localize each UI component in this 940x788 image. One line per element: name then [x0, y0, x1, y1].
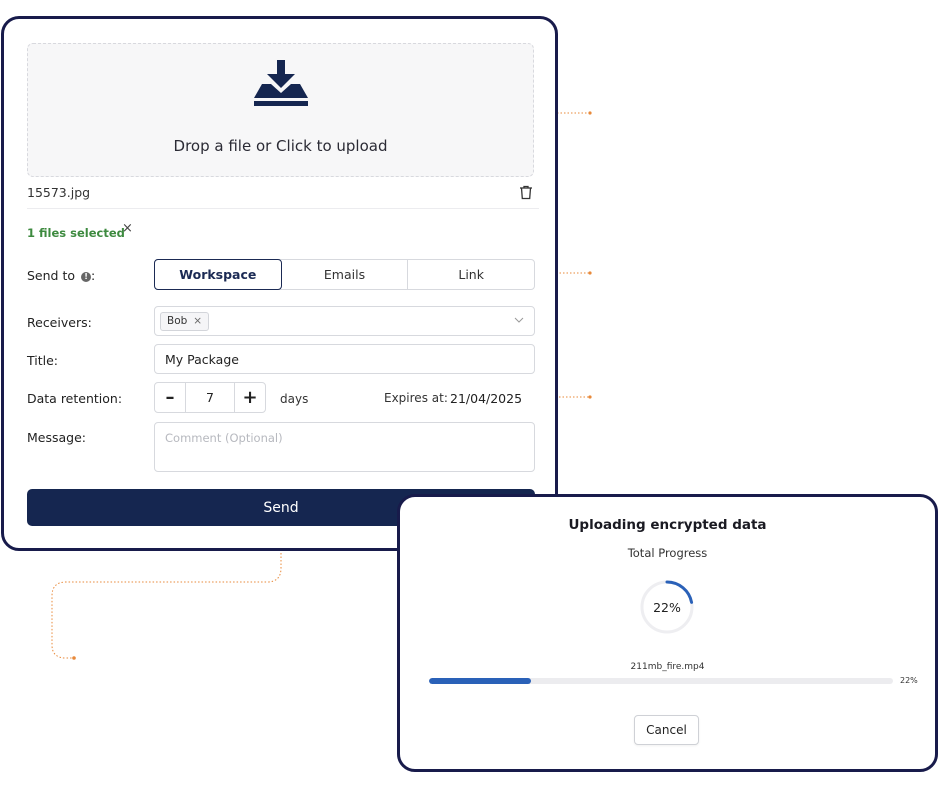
title-label: Title:: [27, 353, 58, 368]
receiver-chip: Bob ×: [160, 312, 210, 331]
annotation-dot-send-end: [72, 656, 76, 660]
file-name: 15573.jpg: [27, 185, 91, 200]
annotation-dot-send-to-end: [588, 271, 592, 275]
cancel-button[interactable]: Cancel: [634, 715, 699, 745]
annotation-dot-expires-end: [588, 395, 592, 399]
receivers-label: Receivers:: [27, 315, 92, 330]
retention-unit: days: [280, 392, 309, 406]
trash-icon[interactable]: [519, 185, 533, 200]
tab-workspace[interactable]: Workspace: [154, 259, 282, 290]
file-dropzone[interactable]: Drop a file or Click to upload: [27, 43, 534, 177]
upload-form-card: Drop a file or Click to upload 15573.jpg…: [1, 16, 558, 551]
retention-label: Data retention:: [27, 391, 123, 406]
increment-button[interactable]: +: [235, 383, 265, 412]
retention-value[interactable]: 7: [185, 383, 235, 412]
expires-label: Expires at:: [384, 391, 448, 405]
file-progress-percent: 22%: [900, 676, 918, 685]
message-label: Message:: [27, 430, 86, 445]
dropzone-text: Drop a file or Click to upload: [173, 137, 388, 155]
expires-date: 21/04/2025: [450, 391, 523, 406]
modal-title: Uploading encrypted data: [568, 517, 767, 533]
total-progress-percent: 22%: [653, 599, 681, 615]
retention-stepper: – 7 +: [154, 382, 266, 413]
decrement-button[interactable]: –: [155, 383, 185, 412]
clear-selection-icon[interactable]: ×: [122, 221, 133, 236]
modal-subtitle: Total Progress: [627, 546, 708, 560]
selection-summary: 1 files selected ×: [27, 221, 133, 240]
file-progress-bar: [429, 678, 893, 684]
info-icon[interactable]: !: [81, 272, 92, 282]
tab-link[interactable]: Link: [408, 260, 534, 289]
remove-receiver-icon[interactable]: ×: [193, 315, 202, 327]
uploading-file-name: 211mb_fire.mp4: [630, 662, 705, 672]
upload-progress-modal: Uploading encrypted data Total Progress …: [397, 494, 938, 772]
send-to-segmented-control: Workspace Emails Link: [154, 259, 535, 290]
file-list-item: 15573.jpg: [27, 181, 539, 209]
tab-emails[interactable]: Emails: [282, 260, 409, 289]
message-textarea[interactable]: [154, 422, 535, 472]
send-to-label: Send to!:: [27, 268, 96, 283]
file-progress-fill: [429, 678, 532, 684]
title-input[interactable]: [154, 344, 535, 374]
download-tray-icon: [254, 60, 308, 106]
chevron-down-icon[interactable]: [514, 316, 524, 324]
annotation-dot-dropzone-end: [588, 111, 592, 115]
receivers-select[interactable]: Bob ×: [154, 306, 535, 336]
files-selected-count: 1 files selected: [27, 226, 125, 240]
